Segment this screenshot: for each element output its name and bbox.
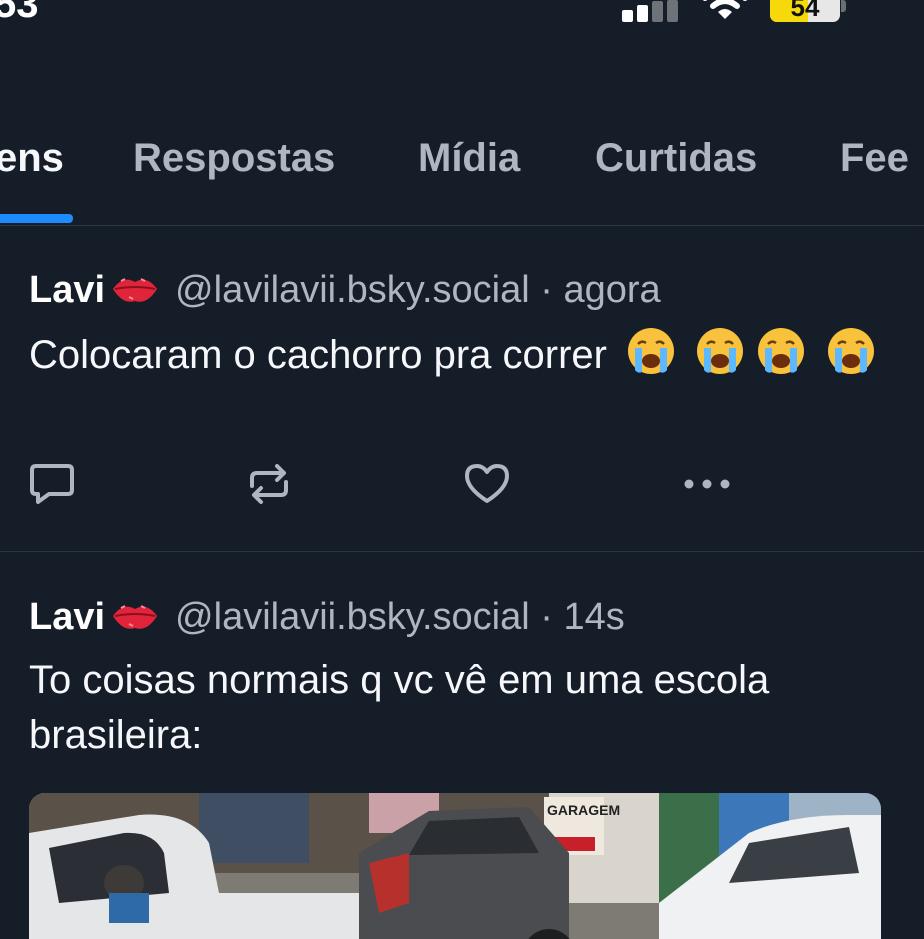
battery-level: 54 <box>790 0 820 22</box>
heart-icon <box>465 464 509 503</box>
active-tab-indicator <box>0 214 73 223</box>
author-handle[interactable]: @lavilavii.bsky.social <box>175 596 530 638</box>
post-header: Lavi @lavilavii.bsky.social · agora <box>29 268 661 312</box>
tab-feeds[interactable]: Fee <box>840 136 909 181</box>
crying-face-emoji-icon <box>758 328 805 374</box>
crying-face-emoji-icon <box>697 328 744 374</box>
battery-icon: 54 <box>770 0 846 22</box>
repost-button[interactable] <box>241 456 297 512</box>
wifi-icon <box>702 0 748 19</box>
post-body: Colocaram o cachorro pra correr <box>29 333 607 377</box>
more-options-button[interactable] <box>679 456 735 512</box>
post-image[interactable]: GARAGEM <box>29 793 881 939</box>
profile-tabs: ens Respostas Mídia Curtidas Fee <box>0 130 924 226</box>
tab-replies[interactable]: Respostas <box>133 136 335 181</box>
post-item[interactable]: Lavi @lavilavii.bsky.social · agora Colo… <box>0 226 924 552</box>
tab-likes[interactable]: Curtidas <box>595 136 757 181</box>
separator-dot: · <box>540 269 553 311</box>
reply-button[interactable] <box>24 456 80 512</box>
author-name[interactable]: Lavi <box>29 269 105 311</box>
status-time: 53 <box>0 0 39 26</box>
more-icon <box>684 479 730 489</box>
garage-sign-text: GARAGEM <box>547 802 620 818</box>
post-header: Lavi @lavilavii.bsky.social · 14s <box>29 595 625 639</box>
post-time: 14s <box>563 596 625 638</box>
tab-posts[interactable]: ens <box>0 136 64 181</box>
reply-icon <box>30 464 74 504</box>
post-actions <box>0 456 924 516</box>
like-button[interactable] <box>459 456 515 512</box>
post-item[interactable]: Lavi @lavilavii.bsky.social · 14s To coi… <box>0 553 924 939</box>
crying-face-emoji-icon <box>628 328 675 374</box>
street-photo-image: GARAGEM <box>29 793 881 939</box>
post-text: Colocaram o cachorro pra correr <box>29 326 889 383</box>
lips-emoji-icon <box>113 278 158 302</box>
tab-media[interactable]: Mídia <box>418 136 520 181</box>
lips-emoji-icon <box>113 605 158 629</box>
post-text: To coisas normais q vc vê em uma escola … <box>29 658 770 757</box>
repost-icon <box>250 464 288 504</box>
post-time: agora <box>563 269 661 311</box>
crying-face-emoji-icon <box>827 328 874 374</box>
cellular-signal-icon <box>620 0 678 22</box>
author-name[interactable]: Lavi <box>29 596 105 638</box>
status-bar: 53 54 <box>0 0 924 40</box>
separator-dot: · <box>540 596 553 638</box>
author-handle[interactable]: @lavilavii.bsky.social <box>175 269 530 311</box>
